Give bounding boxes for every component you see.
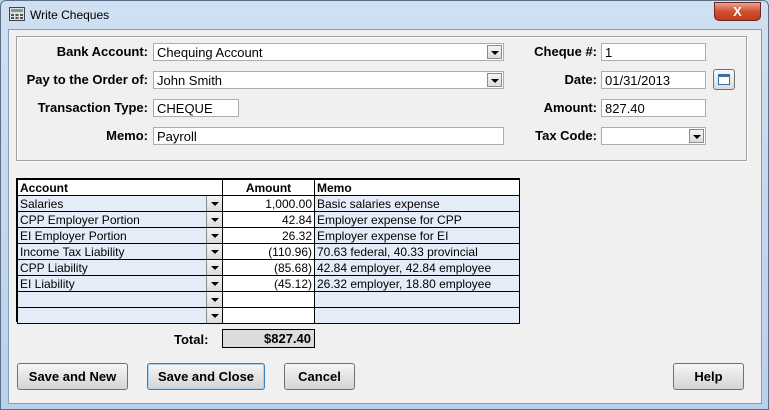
help-button[interactable]: Help <box>673 363 744 390</box>
account-value: Salaries <box>20 196 64 211</box>
memo-cell[interactable]: Basic salaries expense <box>314 195 520 212</box>
write-cheques-window: Write Cheques X Bank Account: Chequing A… <box>0 0 769 410</box>
pay-to-value: John Smith <box>157 73 223 88</box>
amount-cell[interactable] <box>222 307 315 324</box>
calendar-button[interactable] <box>713 69 735 90</box>
amount-cell[interactable]: 42.84 <box>222 211 315 228</box>
amount-cell[interactable]: (45.12) <box>222 275 315 292</box>
account-value: Income Tax Liability <box>20 244 125 259</box>
memo-value: Payroll <box>157 129 197 144</box>
total-label: Total: <box>174 332 209 347</box>
memo-cell[interactable]: 26.32 employer, 18.80 employee <box>314 275 520 292</box>
column-header-account[interactable]: Account <box>17 179 223 196</box>
account-cell[interactable]: CPP Liability <box>17 259 223 276</box>
chevron-down-icon[interactable] <box>206 292 222 307</box>
transaction-type-value: CHEQUE <box>157 101 213 116</box>
amount-label: Amount: <box>543 100 597 115</box>
table-row[interactable]: CPP Employer Portion 42.84 Employer expe… <box>17 211 520 228</box>
title-bar[interactable]: Write Cheques X <box>1 1 768 29</box>
table-row[interactable]: Income Tax Liability (110.96) 70.63 fede… <box>17 243 520 260</box>
memo-field[interactable]: Payroll <box>153 127 504 145</box>
date-field[interactable]: 01/31/2013 <box>601 71 706 89</box>
account-cell[interactable]: Income Tax Liability <box>17 243 223 260</box>
amount-field[interactable]: 827.40 <box>601 99 706 117</box>
column-header-memo[interactable]: Memo <box>314 179 520 196</box>
table-row[interactable]: Salaries 1,000.00 Basic salaries expense <box>17 195 520 212</box>
chevron-down-icon[interactable] <box>206 196 222 211</box>
bank-account-combo[interactable]: Chequing Account <box>153 43 504 61</box>
memo-cell[interactable]: 70.63 federal, 40.33 provincial <box>314 243 520 260</box>
chevron-down-icon[interactable] <box>206 308 222 323</box>
chevron-down-icon[interactable] <box>206 260 222 275</box>
save-and-close-button[interactable]: Save and Close <box>147 363 265 390</box>
chevron-down-icon[interactable] <box>206 244 222 259</box>
table-row[interactable]: EI Liability (45.12) 26.32 employer, 18.… <box>17 275 520 292</box>
bank-account-value: Chequing Account <box>157 45 263 60</box>
memo-label: Memo: <box>106 128 148 143</box>
chevron-down-icon[interactable] <box>206 276 222 291</box>
account-value: CPP Liability <box>20 260 88 275</box>
window-title: Write Cheques <box>30 8 110 22</box>
close-button[interactable]: X <box>714 2 761 21</box>
cheque-number-value: 1 <box>605 45 613 60</box>
dialog-body: Bank Account: Chequing Account Pay to th… <box>8 29 762 404</box>
memo-cell[interactable]: Employer expense for CPP <box>314 211 520 228</box>
cheque-number-label: Cheque #: <box>534 44 597 59</box>
amount-cell[interactable] <box>222 291 315 308</box>
table-row[interactable]: CPP Liability (85.68) 42.84 employer, 42… <box>17 259 520 276</box>
chevron-down-icon[interactable] <box>206 228 222 243</box>
bank-account-label: Bank Account: <box>56 44 148 59</box>
grid-header-row: Account Amount Memo <box>17 179 520 196</box>
date-value: 01/31/2013 <box>605 73 671 88</box>
pay-to-label: Pay to the Order of: <box>26 72 148 87</box>
memo-cell[interactable]: Employer expense for EI <box>314 227 520 244</box>
calculator-icon <box>9 7 25 21</box>
close-icon: X <box>733 4 742 19</box>
account-cell[interactable]: Salaries <box>17 195 223 212</box>
calendar-icon <box>718 74 730 85</box>
pay-to-combo[interactable]: John Smith <box>153 71 504 89</box>
amount-cell[interactable]: (110.96) <box>222 243 315 260</box>
table-row[interactable] <box>17 291 520 308</box>
date-label: Date: <box>564 72 597 87</box>
amount-cell[interactable]: 1,000.00 <box>222 195 315 212</box>
account-value: CPP Employer Portion <box>20 212 140 227</box>
transaction-type-label: Transaction Type: <box>37 100 148 115</box>
cancel-button[interactable]: Cancel <box>284 363 355 390</box>
tax-code-label: Tax Code: <box>535 128 597 143</box>
account-value: EI Liability <box>20 276 75 291</box>
tax-code-combo[interactable] <box>601 127 706 145</box>
cheque-details-group: Bank Account: Chequing Account Pay to th… <box>16 36 747 161</box>
account-cell[interactable]: EI Liability <box>17 275 223 292</box>
account-value: EI Employer Portion <box>20 228 127 243</box>
account-cell[interactable] <box>17 307 223 324</box>
amount-cell[interactable]: (85.68) <box>222 259 315 276</box>
amount-cell[interactable]: 26.32 <box>222 227 315 244</box>
cheque-number-field[interactable]: 1 <box>601 43 706 61</box>
distribution-grid: Account Amount Memo Salaries 1,000.00 Ba… <box>16 178 520 324</box>
total-value: $827.40 <box>222 329 315 348</box>
account-cell[interactable] <box>17 291 223 308</box>
memo-cell[interactable] <box>314 307 520 324</box>
table-row[interactable]: EI Employer Portion 26.32 Employer expen… <box>17 227 520 244</box>
column-header-amount[interactable]: Amount <box>222 179 315 196</box>
amount-value: 827.40 <box>605 101 645 116</box>
chevron-down-icon[interactable] <box>206 212 222 227</box>
save-and-new-button[interactable]: Save and New <box>17 363 128 390</box>
account-cell[interactable]: CPP Employer Portion <box>17 211 223 228</box>
account-cell[interactable]: EI Employer Portion <box>17 227 223 244</box>
memo-cell[interactable] <box>314 291 520 308</box>
chevron-down-icon[interactable] <box>689 129 704 143</box>
transaction-type-field[interactable]: CHEQUE <box>153 99 239 117</box>
memo-cell[interactable]: 42.84 employer, 42.84 employee <box>314 259 520 276</box>
table-row[interactable] <box>17 307 520 324</box>
